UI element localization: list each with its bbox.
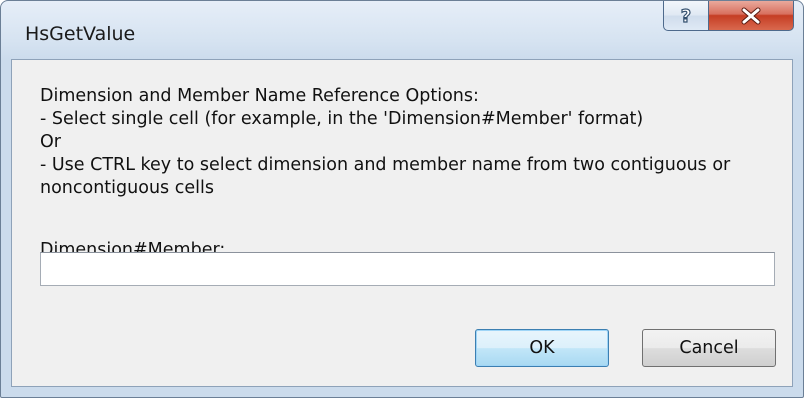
window-title: HsGetValue xyxy=(25,23,136,45)
dialog-body: Dimension and Member Name Reference Opti… xyxy=(11,59,793,387)
hsgetvalue-dialog: HsGetValue ? Dimension and Member Name R… xyxy=(0,0,804,398)
option-or-text: Or xyxy=(40,132,61,152)
dimension-member-input[interactable] xyxy=(40,252,775,286)
svg-text:?: ? xyxy=(681,6,691,27)
option-ctrl-select: - Use CTRL key to select dimension and m… xyxy=(40,155,731,175)
option-single-cell: - Select single cell (for example, in th… xyxy=(40,109,644,129)
cancel-button[interactable]: Cancel xyxy=(642,329,776,367)
option-ctrl-select-continued: noncontiguous cells xyxy=(40,178,214,198)
close-icon xyxy=(741,7,761,24)
help-icon: ? xyxy=(680,5,692,27)
title-bar[interactable]: HsGetValue ? xyxy=(1,1,803,59)
help-button[interactable]: ? xyxy=(663,1,709,31)
options-heading: Dimension and Member Name Reference Opti… xyxy=(40,86,479,106)
ok-button[interactable]: OK xyxy=(475,329,609,367)
close-button[interactable] xyxy=(708,1,794,31)
